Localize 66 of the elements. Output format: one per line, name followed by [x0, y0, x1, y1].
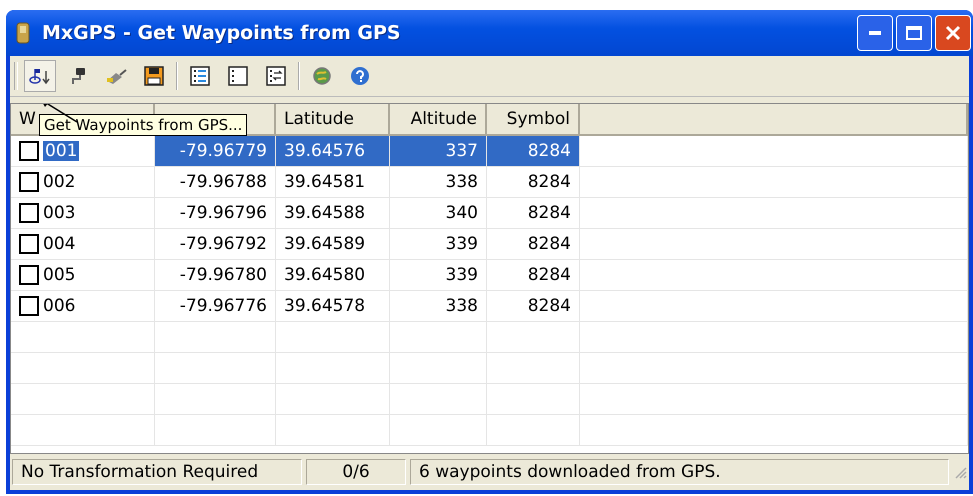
- table-cell: 8284: [528, 203, 571, 223]
- table-row[interactable]: 005 -79.96780 39.64580 339 8284: [11, 260, 968, 291]
- help-icon: [350, 66, 370, 86]
- table-cell: 39.64576: [284, 141, 366, 161]
- table-cell: 339: [446, 265, 478, 285]
- table-cell: 8284: [528, 265, 571, 285]
- maximize-button[interactable]: [896, 15, 932, 51]
- table-cell: -79.96792: [180, 234, 267, 254]
- table-cell: -79.96780: [180, 265, 267, 285]
- table-cell: 8284: [528, 296, 571, 316]
- table-cell: 339: [446, 234, 478, 254]
- window-title: MxGPS - Get Waypoints from GPS: [42, 22, 402, 44]
- checkbox[interactable]: [19, 234, 39, 254]
- table-cell: 338: [446, 296, 478, 316]
- checkbox[interactable]: [19, 296, 39, 316]
- table-cell: -79.96796: [180, 203, 267, 223]
- table-cell: 39.64588: [284, 203, 366, 223]
- table-cell: 338: [446, 172, 478, 192]
- table-cell: -79.96779: [180, 141, 267, 161]
- close-button[interactable]: [935, 15, 971, 51]
- table-cell: 39.64581: [284, 172, 366, 192]
- gps-device-icon: [16, 22, 30, 44]
- flag-down-arrow-icon: [29, 67, 51, 85]
- table-row[interactable]: 006 -79.96776 39.64578 338 8284: [11, 291, 968, 322]
- table-cell: -79.96788: [180, 172, 267, 192]
- table-row[interactable]: 004 -79.96792 39.64589 339 8284: [11, 229, 968, 260]
- list-view-icon: [190, 66, 210, 86]
- tooltip: Get Waypoints from GPS...: [39, 114, 248, 136]
- table-cell: 8284: [528, 234, 571, 254]
- checkbox[interactable]: [19, 141, 39, 161]
- table-cell: 8284: [528, 172, 571, 192]
- maximize-icon: [906, 26, 922, 40]
- checkbox[interactable]: [19, 265, 39, 285]
- status-panel: 6 waypoints downloaded from GPS.: [410, 459, 949, 485]
- checkbox[interactable]: [19, 203, 39, 223]
- table-cell: 39.64578: [284, 296, 366, 316]
- table-cell: 004: [43, 234, 76, 254]
- globe-icon: [312, 66, 332, 86]
- table-row[interactable]: 002 -79.96788 39.64581 338 8284: [11, 167, 968, 198]
- table-cell: 8284: [528, 141, 571, 161]
- download-tool-button[interactable]: [24, 60, 56, 92]
- swap-list-icon: [266, 66, 286, 86]
- table-cell: 340: [446, 203, 478, 223]
- table-row[interactable]: 001 -79.96779 39.64576 337 8284: [11, 136, 968, 167]
- table-cell: 001: [43, 141, 80, 161]
- checkbox[interactable]: [19, 172, 39, 192]
- close-icon: [945, 25, 961, 41]
- column-header[interactable]: Latitude: [276, 104, 390, 136]
- table-cell: 39.64580: [284, 265, 366, 285]
- usb-plug-icon: [104, 67, 128, 85]
- column-header[interactable]: Symbol: [487, 104, 580, 136]
- blank-list-icon: [228, 66, 248, 86]
- table-cell: 337: [446, 141, 478, 161]
- table-cell: 002: [43, 172, 76, 192]
- table-row[interactable]: 003 -79.96796 39.64588 340 8284: [11, 198, 968, 229]
- column-header[interactable]: Altitude: [390, 104, 487, 136]
- table-cell: 39.64589: [284, 234, 366, 254]
- minimize-button[interactable]: [857, 15, 893, 51]
- resize-grip-icon[interactable]: [953, 465, 967, 479]
- minimize-icon: [869, 31, 881, 35]
- status-panel: No Transformation Required: [12, 459, 302, 485]
- status-panel: 0/6: [306, 459, 406, 485]
- table-cell: -79.96776: [180, 296, 267, 316]
- table-cell: 006: [43, 296, 76, 316]
- table-cell: 005: [43, 265, 76, 285]
- table-cell: 003: [43, 203, 76, 223]
